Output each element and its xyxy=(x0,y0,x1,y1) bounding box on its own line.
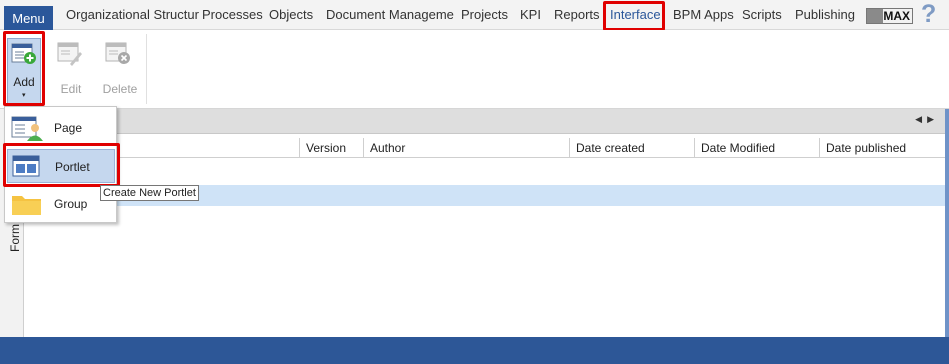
grid-toolbar-strip: ◀▶ xyxy=(24,109,949,134)
tab-document-management[interactable]: Document Manageme xyxy=(326,7,454,23)
menu-item-page-label: Page xyxy=(54,121,83,135)
edit-button[interactable]: Edit xyxy=(52,38,90,108)
tab-objects[interactable]: Objects xyxy=(269,7,313,23)
tab-projects[interactable]: Projects xyxy=(461,7,508,23)
max-label: MAX xyxy=(883,9,910,23)
page-icon xyxy=(11,116,43,141)
edit-icon xyxy=(57,42,82,66)
menu-item-group-label: Group xyxy=(54,197,88,211)
menu-item-page[interactable]: Page xyxy=(7,111,115,145)
tab-organizational-structure[interactable]: Organizational Structur xyxy=(66,7,199,23)
menu-item-portlet-label: Portlet xyxy=(55,160,90,174)
tab-processes[interactable]: Processes xyxy=(202,7,263,23)
delete-label: Delete xyxy=(102,82,138,96)
tab-scripts[interactable]: Scripts xyxy=(742,7,782,23)
ribbon-divider xyxy=(146,34,147,104)
chevron-down-icon: ▾ xyxy=(22,92,26,99)
delete-button[interactable]: Delete xyxy=(100,38,140,108)
column-version[interactable]: Version xyxy=(299,138,364,158)
edit-label: Edit xyxy=(60,82,82,96)
menu-item-portlet[interactable]: Portlet xyxy=(7,149,115,183)
folder-icon xyxy=(12,196,41,215)
column-author[interactable]: Author xyxy=(363,138,569,158)
scroll-arrows-icon[interactable]: ◀▶ xyxy=(915,114,939,125)
add-dropdown-menu: Page Portlet Group xyxy=(4,106,117,223)
top-menu-bar: Menu Organizational Structur Processes O… xyxy=(0,0,949,31)
column-date-created[interactable]: Date created xyxy=(569,138,694,158)
portlet-icon xyxy=(12,155,40,177)
tab-kpi[interactable]: KPI xyxy=(520,7,541,23)
max-toggle[interactable]: MAX xyxy=(866,8,913,24)
grid-header: Version Author Date created Date Modifie… xyxy=(24,138,945,158)
right-border xyxy=(945,109,949,337)
status-bar xyxy=(0,337,949,364)
column-date-modified[interactable]: Date Modified xyxy=(694,138,819,158)
tab-interface[interactable]: Interface xyxy=(610,7,661,23)
tab-publishing[interactable]: Publishing xyxy=(795,7,855,23)
column-date-published[interactable]: Date published xyxy=(819,138,945,158)
tab-bpm-apps[interactable]: BPM Apps xyxy=(673,7,734,23)
menu-button[interactable]: Menu xyxy=(4,6,53,30)
ribbon: Add ▾ Edit Delete xyxy=(0,30,949,109)
add-button[interactable]: Add ▾ xyxy=(7,38,41,108)
delete-icon xyxy=(105,42,130,64)
add-label: Add xyxy=(13,75,35,89)
tab-reports[interactable]: Reports xyxy=(554,7,600,23)
side-panel-label: Form xyxy=(8,224,22,252)
menu-item-group[interactable]: Group xyxy=(7,187,115,221)
help-icon[interactable]: ? xyxy=(921,0,936,29)
tooltip: Create New Portlet xyxy=(100,185,199,201)
add-icon xyxy=(11,43,36,64)
